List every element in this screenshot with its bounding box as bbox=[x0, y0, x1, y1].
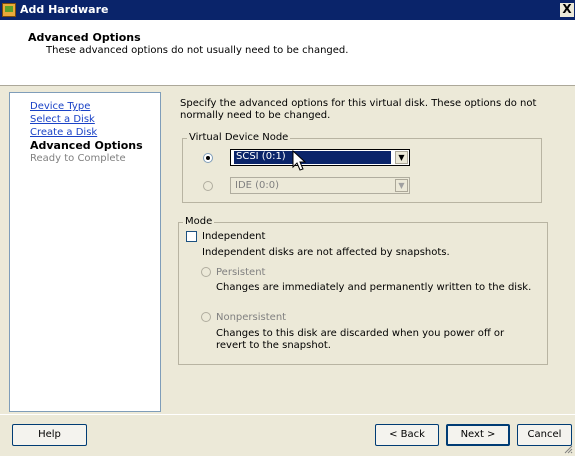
page-title: Advanced Options bbox=[28, 31, 141, 44]
back-button[interactable]: < Back bbox=[375, 424, 439, 446]
wizard-footer: Help < Back Next > Cancel bbox=[0, 414, 575, 456]
independent-checkbox[interactable] bbox=[186, 231, 197, 242]
next-button[interactable]: Next > bbox=[446, 424, 510, 446]
sidebar-item-advanced-options: Advanced Options bbox=[30, 139, 143, 152]
add-hardware-icon bbox=[2, 3, 16, 17]
nonpersistent-label: Nonpersistent bbox=[216, 312, 287, 323]
sidebar-item-ready-to-complete: Ready to Complete bbox=[30, 153, 126, 164]
virtual-device-node-group: Virtual Device Node SCSI (0:1) ▼ IDE (0:… bbox=[182, 132, 542, 203]
scsi-node-select[interactable]: SCSI (0:1) ▼ bbox=[230, 149, 410, 166]
wizard-header: Advanced Options These advanced options … bbox=[0, 20, 575, 86]
wizard-steps-sidebar: Device Type Select a Disk Create a Disk … bbox=[9, 92, 161, 412]
group-label-mode: Mode bbox=[183, 216, 215, 227]
persistent-note: Changes are immediately and permanently … bbox=[216, 282, 532, 293]
resize-grip-icon[interactable] bbox=[563, 444, 573, 454]
help-button[interactable]: Help bbox=[12, 424, 87, 446]
page-subtitle: These advanced options do not usually ne… bbox=[46, 45, 349, 56]
independent-note: Independent disks are not affected by sn… bbox=[202, 247, 450, 258]
sidebar-item-device-type[interactable]: Device Type bbox=[30, 101, 90, 112]
persistent-radio[interactable] bbox=[201, 267, 211, 277]
window-title: Add Hardware bbox=[20, 3, 109, 16]
ide-node-select[interactable]: IDE (0:0) ▼ bbox=[230, 177, 410, 194]
chevron-down-icon[interactable]: ▼ bbox=[395, 179, 408, 192]
sidebar-item-select-a-disk[interactable]: Select a Disk bbox=[30, 114, 95, 125]
chevron-down-icon[interactable]: ▼ bbox=[395, 151, 408, 164]
options-description: Specify the advanced options for this vi… bbox=[180, 98, 537, 121]
title-bar: Add Hardware X bbox=[0, 0, 575, 20]
close-icon[interactable]: X bbox=[560, 3, 574, 17]
wizard-content: Specify the advanced options for this vi… bbox=[170, 92, 568, 412]
ide-node-value: IDE (0:0) bbox=[235, 180, 280, 191]
scsi-radio[interactable] bbox=[203, 153, 213, 163]
mouse-pointer-icon bbox=[292, 150, 307, 171]
wizard-body: Device Type Select a Disk Create a Disk … bbox=[0, 86, 575, 414]
group-label-virtual-device-node: Virtual Device Node bbox=[187, 132, 291, 143]
nonpersistent-note: Changes to this disk are discarded when … bbox=[216, 328, 505, 351]
mode-group: Mode Independent Independent disks are n… bbox=[178, 216, 548, 365]
scsi-node-value: SCSI (0:1) bbox=[234, 151, 391, 164]
sidebar-item-create-a-disk[interactable]: Create a Disk bbox=[30, 127, 97, 138]
ide-radio[interactable] bbox=[203, 181, 213, 191]
nonpersistent-radio[interactable] bbox=[201, 312, 211, 322]
persistent-label: Persistent bbox=[216, 267, 266, 278]
cancel-button[interactable]: Cancel bbox=[517, 424, 572, 446]
independent-label: Independent bbox=[202, 231, 266, 242]
